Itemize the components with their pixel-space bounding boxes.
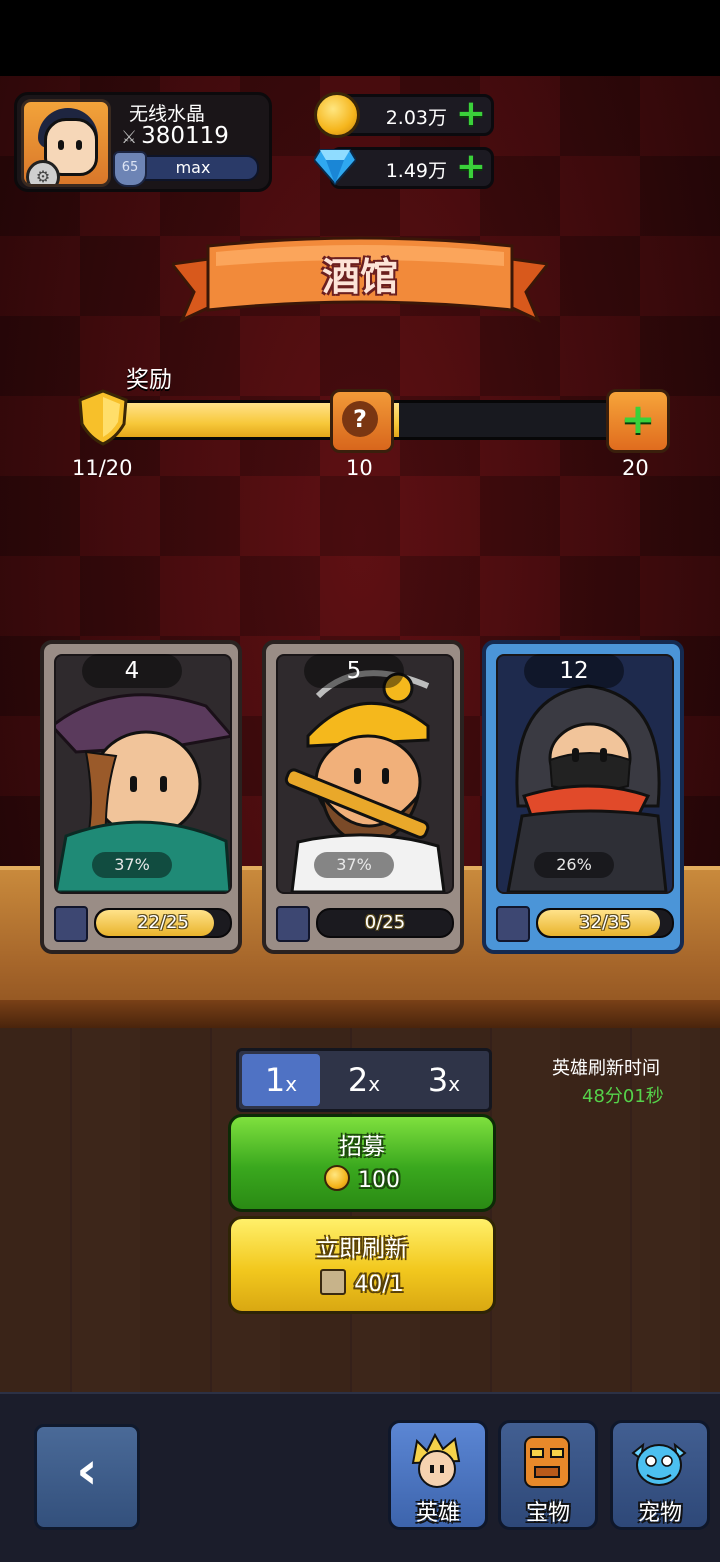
hero-shard-bar: 0/25: [316, 908, 454, 938]
hero-shard-bar: 22/25: [94, 908, 232, 938]
nav-pets[interactable]: 宠物: [610, 1420, 710, 1530]
nav-treasures-label: 宝物: [525, 1501, 570, 1526]
player-power: ⚔ 380119: [121, 123, 229, 149]
hero-shard-text: 0/25: [364, 912, 406, 933]
mystery-reward-chest[interactable]: ?: [330, 389, 394, 453]
diamond-value: 1.49万: [385, 160, 447, 182]
player-name: 无线水晶: [129, 103, 206, 125]
hero-shard-bar: 32/35: [536, 908, 674, 938]
multiplier-2x[interactable]: 2x: [325, 1054, 403, 1106]
power-value: 380119: [141, 123, 229, 149]
player-avatar[interactable]: ⚙: [21, 99, 111, 187]
page-title: 酒馆: [321, 255, 398, 299]
reward-label: 奖励: [126, 367, 172, 393]
gold-value: 2.03万: [385, 107, 447, 129]
player-level: 65: [121, 160, 139, 175]
multiplier-1x-value: 1: [264, 1061, 286, 1099]
back-arrow-icon: ‹: [76, 1441, 98, 1501]
recruit-button-label: 招募: [339, 1134, 385, 1160]
instant-refresh-label: 立即刷新: [316, 1236, 408, 1262]
hero-level: 4: [82, 654, 182, 688]
recruit-cost: 100: [231, 1165, 493, 1193]
hero-icon: [411, 1433, 461, 1488]
hero-refresh-timer: 48分01秒: [582, 1086, 664, 1107]
hero-card-icon: [496, 906, 530, 942]
treasure-icon: [524, 1436, 570, 1488]
player-profile[interactable]: ⚙ 无线水晶 ⚔ 380119 max 65: [14, 92, 272, 192]
gold-coin-icon: [324, 1165, 350, 1191]
multiplier-1x[interactable]: 1x: [242, 1054, 320, 1106]
nav-heroes-label: 英雄: [415, 1501, 460, 1526]
add-diamond-button[interactable]: +: [455, 149, 487, 185]
level-shield-icon: 65: [113, 151, 147, 187]
refresh-scroll-icon: [320, 1269, 347, 1295]
reward-milestone-end: 20: [622, 456, 649, 480]
multiplier-suffix: x: [448, 1072, 461, 1096]
nav-pets-label: 宠物: [637, 1501, 682, 1526]
recruit-button[interactable]: 招募 100: [228, 1114, 496, 1212]
instant-refresh-button[interactable]: 立即刷新 40/1: [228, 1216, 496, 1314]
hero-drop-rate: 37%: [314, 852, 394, 878]
final-reward-button[interactable]: +: [606, 389, 670, 453]
question-mark-icon: ?: [342, 401, 378, 437]
hero-level: 12: [524, 654, 624, 688]
shelf-edge: [0, 1000, 720, 1028]
level-bar-text: max: [175, 158, 211, 177]
multiplier-suffix: x: [368, 1072, 381, 1096]
reward-milestone-mid: 10: [346, 456, 373, 480]
instant-refresh-cost: 40/1: [231, 1269, 493, 1297]
back-button[interactable]: ‹: [34, 1424, 140, 1530]
add-gold-button[interactable]: +: [455, 96, 487, 132]
nav-treasures[interactable]: 宝物: [498, 1420, 598, 1530]
status-bar: [0, 0, 720, 76]
nav-heroes[interactable]: 英雄: [388, 1420, 488, 1530]
hero-level: 5: [304, 654, 404, 688]
hero-drop-rate: 37%: [92, 852, 172, 878]
reward-current: 11/20: [72, 456, 133, 480]
multiplier-2x-value: 2: [347, 1061, 369, 1099]
pet-icon: [631, 1442, 687, 1486]
reward-shield-icon: [78, 389, 128, 446]
plus-icon: +: [620, 394, 656, 443]
instant-refresh-cost-value: 40/1: [354, 1272, 404, 1297]
recruit-cost-value: 100: [358, 1168, 400, 1193]
multiplier-3x-value: 3: [427, 1061, 449, 1099]
hero-shard-text: 22/25: [137, 912, 189, 933]
settings-gear-icon[interactable]: ⚙: [26, 160, 60, 184]
hero-card-icon: [276, 906, 310, 942]
hero-card-witch[interactable]: 4 37% 22/25: [40, 640, 242, 954]
hero-card-assassin[interactable]: 12 26% 32/35: [482, 640, 684, 954]
diamond-icon: [314, 149, 356, 186]
hero-refresh-label: 英雄刷新时间: [552, 1058, 660, 1079]
crossed-swords-icon: ⚔: [121, 127, 138, 148]
hero-shard-text: 32/35: [579, 912, 631, 933]
multiplier-suffix: x: [285, 1072, 298, 1096]
hero-card-miner[interactable]: 5 37% 0/25: [262, 640, 464, 954]
multiplier-3x[interactable]: 3x: [405, 1054, 483, 1106]
hero-card-icon: [54, 906, 88, 942]
hero-drop-rate: 26%: [534, 852, 614, 878]
gold-coin-icon: [314, 92, 360, 138]
recruit-multiplier-selector: 1x 2x 3x: [236, 1048, 492, 1112]
